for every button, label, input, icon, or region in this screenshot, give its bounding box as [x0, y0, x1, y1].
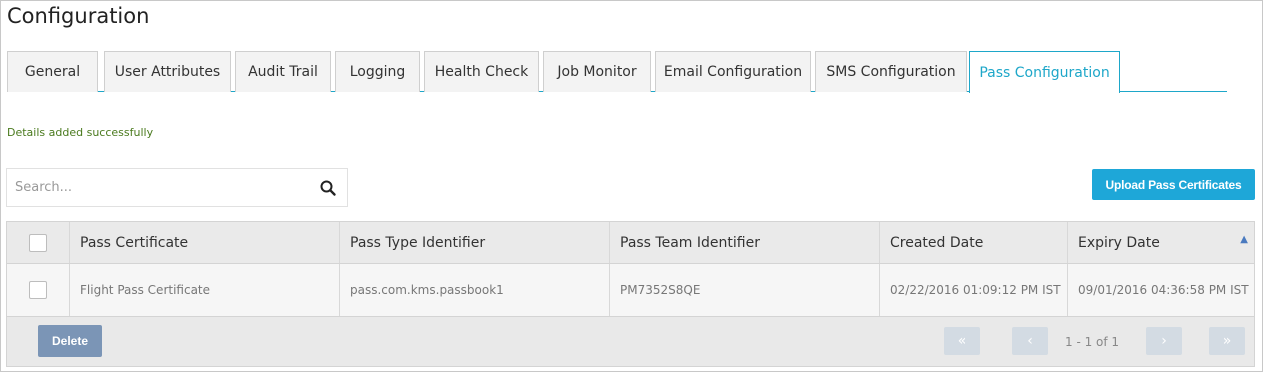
upload-pass-certificates-button[interactable]: Upload Pass Certificates: [1092, 169, 1255, 200]
column-header-pass-certificate[interactable]: Pass Certificate: [70, 222, 340, 263]
prev-page-button[interactable]: ‹: [1012, 327, 1048, 355]
header-select-cell: [7, 222, 70, 263]
column-header-pass-type-identifier[interactable]: Pass Type Identifier: [340, 222, 610, 263]
first-page-button[interactable]: «: [944, 327, 980, 355]
tab-audit-trail[interactable]: Audit Trail: [235, 51, 331, 92]
tab-general[interactable]: General: [7, 51, 98, 92]
row-select-cell: [7, 264, 70, 316]
table-footer: Delete « ‹ 1 - 1 of 1 › »: [7, 317, 1254, 366]
column-header-created-date[interactable]: Created Date: [880, 222, 1068, 263]
cell-pass-team-identifier: PM7352S8QE: [610, 264, 880, 316]
table-row[interactable]: Flight Pass Certificate pass.com.kms.pas…: [7, 264, 1254, 317]
delete-button[interactable]: Delete: [38, 325, 102, 357]
search-input[interactable]: [7, 169, 307, 206]
tab-pass-configuration[interactable]: Pass Configuration: [969, 51, 1120, 93]
cell-pass-type-identifier: pass.com.kms.passbook1: [340, 264, 610, 316]
search-box: [6, 168, 348, 207]
sort-ascending-icon: ▲: [1240, 234, 1248, 245]
column-header-expiry-date[interactable]: Expiry Date ▲: [1068, 222, 1254, 263]
column-header-expiry-date-label: Expiry Date: [1078, 234, 1160, 251]
page-title: Configuration: [7, 4, 150, 28]
tab-job-monitor[interactable]: Job Monitor: [543, 51, 651, 92]
search-icon[interactable]: [319, 179, 337, 197]
tab-email-configuration[interactable]: Email Configuration: [655, 51, 811, 92]
pass-certificates-table: Pass Certificate Pass Type Identifier Pa…: [6, 221, 1255, 367]
tab-user-attributes[interactable]: User Attributes: [104, 51, 231, 92]
success-message: Details added successfully: [7, 126, 154, 139]
cell-created-date: 02/22/2016 01:09:12 PM IST: [880, 264, 1068, 316]
tab-logging[interactable]: Logging: [335, 51, 420, 92]
row-checkbox[interactable]: [29, 281, 47, 299]
pagination-info: 1 - 1 of 1: [1065, 335, 1120, 349]
table-header-row: Pass Certificate Pass Type Identifier Pa…: [7, 222, 1254, 264]
column-header-pass-team-identifier[interactable]: Pass Team Identifier: [610, 222, 880, 263]
tab-bar: General User Attributes Audit Trail Logg…: [7, 51, 1227, 93]
cell-expiry-date: 09/01/2016 04:36:58 PM IST: [1078, 283, 1249, 297]
select-all-checkbox[interactable]: [29, 233, 47, 252]
tab-health-check[interactable]: Health Check: [424, 51, 539, 92]
last-page-button[interactable]: »: [1209, 327, 1245, 355]
tab-sms-configuration[interactable]: SMS Configuration: [815, 51, 967, 92]
next-page-button[interactable]: ›: [1146, 327, 1182, 355]
cell-pass-certificate: Flight Pass Certificate: [70, 264, 340, 316]
